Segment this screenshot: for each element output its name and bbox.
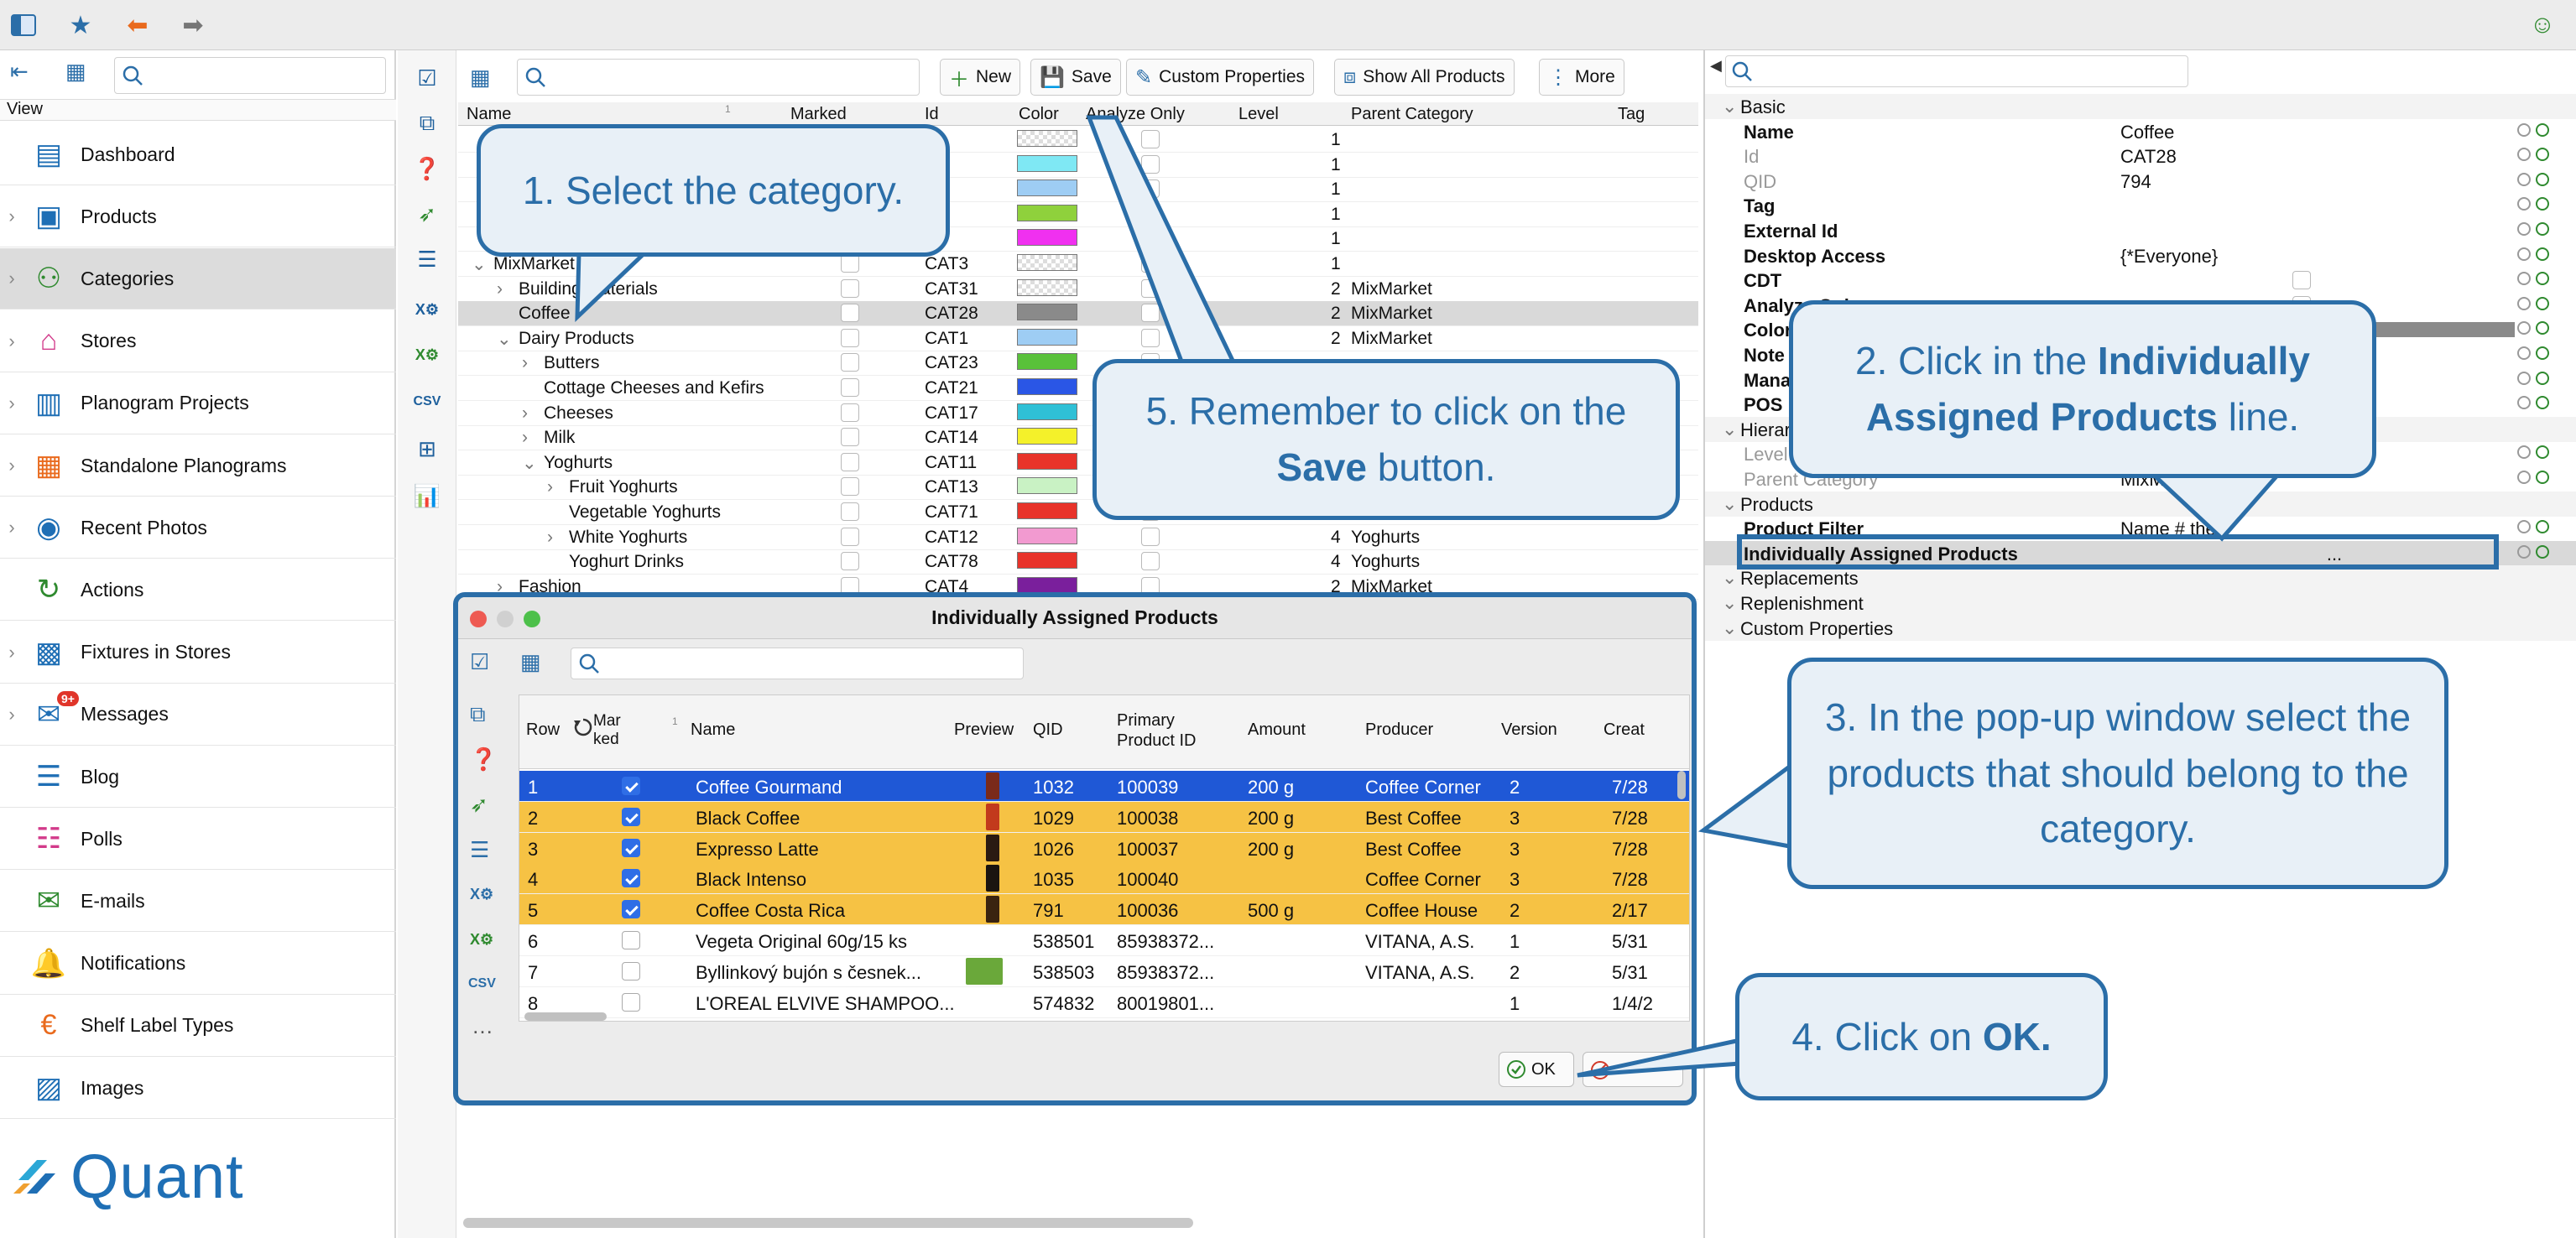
- callout-step-3: 3. In the pop-up window select the produ…: [1787, 658, 2448, 889]
- callout-tails: [575, 115, 2287, 1078]
- callout-step-2: 2. Click in the Individually Assigned Pr…: [1789, 300, 2376, 478]
- callout-step-5: 5. Remember to click on the Save button.: [1092, 359, 1680, 520]
- callout-step-4: 4. Click on OK.: [1735, 973, 2108, 1100]
- callout-step-1: 1. Select the category.: [477, 124, 950, 257]
